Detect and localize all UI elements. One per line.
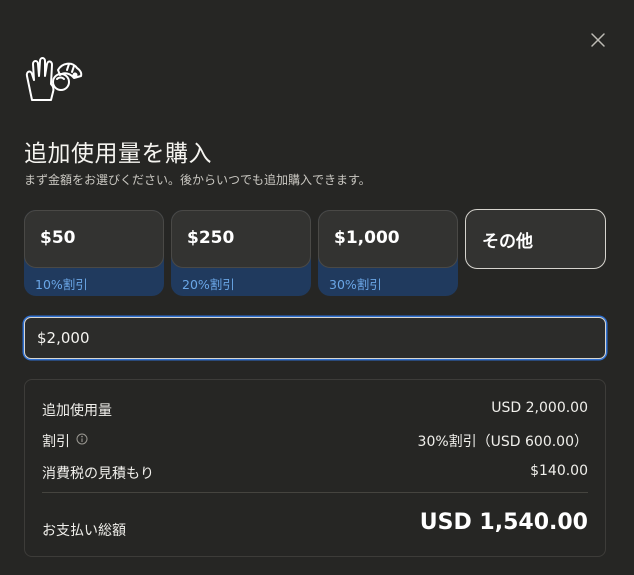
amount-option-label: $1,000: [334, 228, 400, 248]
discount-label: 30%割引: [329, 277, 382, 292]
hand-illustration-icon: [24, 56, 86, 102]
discount-row-value: 30%割引（USD 600.00）: [417, 434, 588, 450]
discount-row-label-wrap: 割引: [42, 431, 88, 451]
custom-amount-input[interactable]: [24, 317, 606, 359]
amount-option-other[interactable]: その他: [465, 209, 606, 269]
info-icon[interactable]: [76, 433, 88, 449]
total-value: USD 1,540.00: [419, 510, 588, 535]
total-label: お支払い総額: [42, 523, 126, 539]
dialog-title: 追加使用量を購入: [24, 141, 212, 167]
discount-row-label: 割引: [42, 434, 70, 450]
amount-option-50[interactable]: $50 10%割引: [24, 210, 164, 296]
summary-divider: [42, 492, 588, 493]
purchase-extra-usage-dialog: 追加使用量を購入 まず金額をお選びください。後からいつでも追加購入できます。 $…: [0, 0, 634, 575]
tax-label: 消費税の見積もり: [42, 466, 154, 482]
dialog-subtitle: まず金額をお選びください。後からいつでも追加購入できます。: [24, 173, 371, 187]
discount-label: 10%割引: [35, 277, 88, 292]
amount-option-label: $50: [40, 228, 76, 248]
usage-value: USD 2,000.00: [491, 400, 588, 416]
amount-option-other-label: その他: [482, 232, 533, 252]
amount-option-label: $250: [187, 228, 235, 248]
discount-label: 20%割引: [182, 277, 235, 292]
tax-value: $140.00: [530, 463, 588, 479]
close-icon[interactable]: [588, 30, 608, 50]
order-summary: 追加使用量 USD 2,000.00 割引 30%割引（USD 600.00） …: [24, 379, 606, 557]
amount-option-250[interactable]: $250 20%割引: [171, 210, 311, 296]
usage-label: 追加使用量: [42, 403, 112, 419]
amount-option-1000[interactable]: $1,000 30%割引: [318, 210, 458, 296]
